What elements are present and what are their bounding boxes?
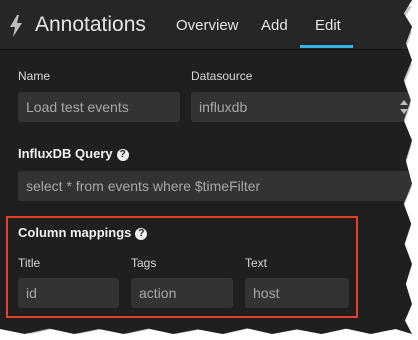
name-input[interactable]: Load test events: [18, 92, 180, 122]
page-title: Annotations: [35, 13, 146, 36]
tab-edit[interactable]: Edit: [315, 17, 341, 34]
datasource-select[interactable]: influxdb: [191, 92, 412, 122]
column-mappings-highlight: [6, 216, 358, 318]
tab-add[interactable]: Add: [261, 17, 288, 34]
active-tab-indicator: [300, 45, 353, 48]
bolt-icon: [10, 15, 22, 37]
datasource-value: influxdb: [199, 99, 248, 115]
datasource-label: Datasource: [191, 69, 253, 83]
tab-overview[interactable]: Overview: [176, 17, 239, 34]
question-circle-icon[interactable]: ?: [116, 149, 129, 161]
panel-header: Annotations Overview Add Edit: [0, 0, 412, 50]
query-label-text: InfluxDB Query: [18, 146, 113, 161]
annotations-panel: Annotations Overview Add Edit Name Load …: [0, 0, 412, 334]
name-label: Name: [18, 69, 51, 83]
query-input[interactable]: select * from events where $timeFilter: [18, 171, 412, 201]
query-label: InfluxDB Query?: [18, 146, 129, 161]
